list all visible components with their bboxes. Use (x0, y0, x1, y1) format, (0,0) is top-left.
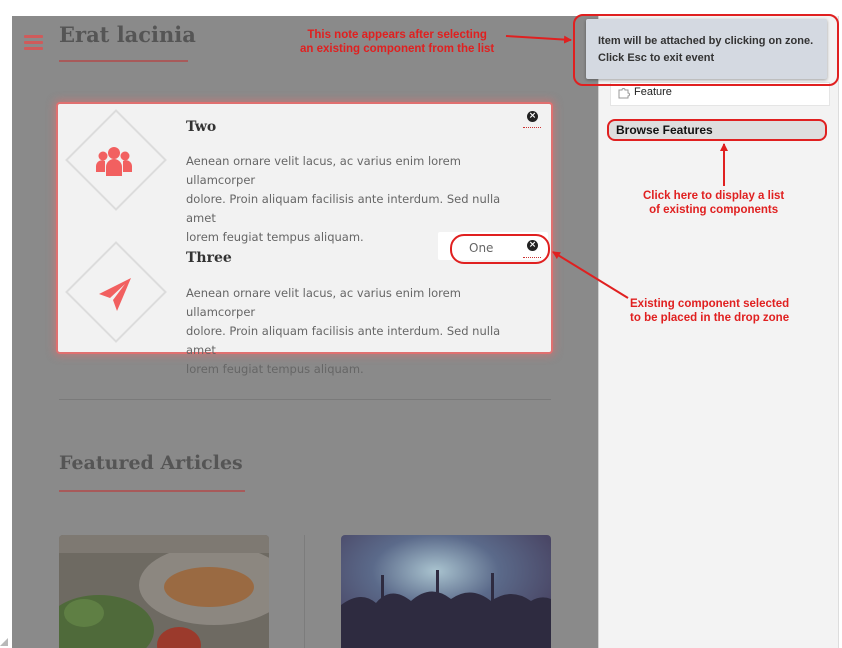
annotation-arrows (505, 35, 728, 299)
arrow-to-chip (552, 251, 629, 299)
arrow-to-note (505, 35, 572, 44)
resize-handle-icon[interactable] (0, 634, 10, 646)
